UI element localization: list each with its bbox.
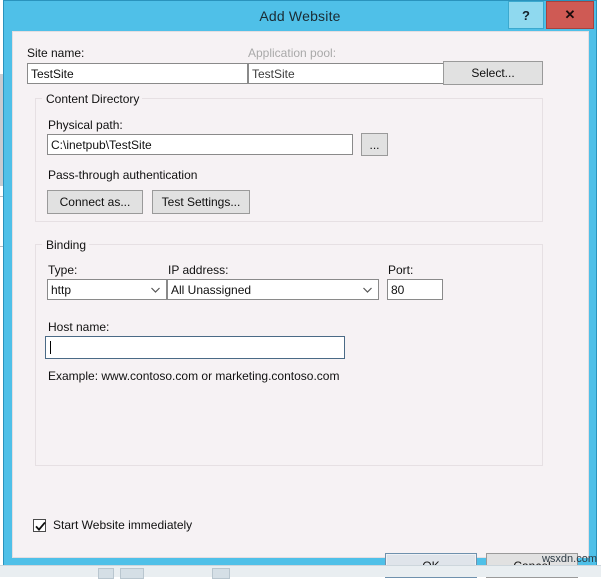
start-website-label: Start Website immediately bbox=[53, 518, 193, 532]
taskbar-item[interactable] bbox=[212, 568, 230, 579]
site-name-input[interactable]: TestSite bbox=[27, 63, 248, 84]
ip-address-value: All Unassigned bbox=[171, 282, 252, 297]
close-icon[interactable]: ✕ bbox=[546, 1, 594, 29]
port-label: Port: bbox=[388, 263, 414, 277]
start-website-checkbox[interactable] bbox=[33, 518, 46, 532]
content-directory-title: Content Directory bbox=[43, 92, 143, 106]
text-caret bbox=[50, 341, 51, 354]
binding-title: Binding bbox=[43, 238, 90, 252]
physical-path-label: Physical path: bbox=[48, 118, 123, 132]
taskbar-item[interactable] bbox=[120, 568, 144, 579]
group-border-left bbox=[36, 98, 42, 99]
binding-type-value: http bbox=[51, 282, 72, 297]
desktop-background: Add Website ? ✕ Site name: TestSite Appl… bbox=[0, 0, 601, 579]
add-website-dialog: Add Website ? ✕ Site name: TestSite Appl… bbox=[3, 0, 597, 578]
application-pool-label: Application pool: bbox=[248, 46, 337, 60]
taskbar[interactable] bbox=[0, 565, 601, 579]
group-border-right bbox=[138, 98, 542, 99]
watermark-text: wsxdn.com bbox=[541, 553, 597, 565]
test-settings-button[interactable]: Test Settings... bbox=[152, 190, 250, 214]
host-name-label: Host name: bbox=[48, 320, 110, 334]
application-pool-input[interactable]: TestSite bbox=[248, 63, 444, 84]
group-border-right bbox=[82, 244, 542, 245]
ip-address-label: IP address: bbox=[168, 263, 229, 277]
checkmark-icon bbox=[35, 521, 46, 531]
group-border-left bbox=[36, 244, 42, 245]
chevron-down-icon bbox=[363, 280, 372, 299]
start-website-row[interactable]: Start Website immediately bbox=[33, 518, 192, 532]
connect-as-button[interactable]: Connect as... bbox=[47, 190, 143, 214]
ip-address-select[interactable]: All Unassigned bbox=[167, 279, 379, 300]
physical-path-input[interactable]: C:\inetpub\TestSite bbox=[47, 134, 353, 155]
chevron-down-icon bbox=[151, 280, 160, 299]
taskbar-item[interactable] bbox=[98, 568, 114, 579]
site-name-label: Site name: bbox=[27, 46, 85, 60]
pass-through-authentication-text: Pass-through authentication bbox=[48, 168, 198, 182]
help-icon[interactable]: ? bbox=[508, 1, 544, 29]
binding-type-select[interactable]: http bbox=[47, 279, 167, 300]
dialog-client-area: Site name: TestSite Application pool: Te… bbox=[12, 31, 589, 578]
host-name-input[interactable] bbox=[45, 336, 345, 359]
dialog-title-bar[interactable]: Add Website ? ✕ bbox=[4, 1, 596, 31]
host-name-example-text: Example: www.contoso.com or marketing.co… bbox=[48, 369, 340, 383]
select-app-pool-button[interactable]: Select... bbox=[443, 61, 543, 85]
port-input[interactable]: 80 bbox=[387, 279, 443, 300]
browse-folder-button[interactable]: ... bbox=[361, 133, 388, 156]
binding-type-label: Type: bbox=[48, 263, 78, 277]
